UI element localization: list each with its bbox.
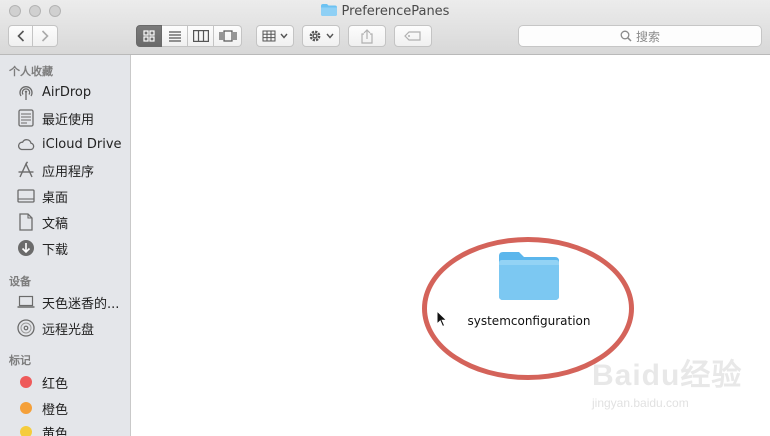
columns-icon (192, 30, 209, 42)
navigation-buttons (8, 25, 58, 47)
icon-view-button[interactable] (136, 25, 162, 47)
sidebar-item-label: 下载 (42, 242, 69, 258)
downloads-icon (16, 239, 36, 257)
coverflow-icon (218, 30, 237, 42)
finder-window: PreferencePanes 搜索 个人收藏 AirDrop 最近使用 iCl… (0, 0, 770, 436)
devices-header: 设备 (9, 275, 31, 288)
view-mode-selector (136, 25, 242, 47)
tag-dot-icon (16, 373, 36, 391)
sidebar-item-tag-red[interactable]: 红色 (16, 371, 68, 393)
sidebar-item-recents[interactable]: 最近使用 (16, 107, 94, 129)
sidebar-item-remote-disc[interactable]: 远程光盘 (16, 317, 94, 339)
tags-button[interactable] (394, 25, 432, 47)
applications-icon (16, 161, 36, 179)
tag-dot-icon (16, 423, 36, 436)
back-button[interactable] (8, 25, 33, 47)
sidebar-item-tag-yellow[interactable]: 黄色 (16, 421, 68, 436)
sidebar-item-downloads[interactable]: 下载 (16, 237, 68, 259)
sidebar-item-label: 橙色 (42, 402, 69, 418)
cloud-icon (16, 135, 36, 153)
arrange-menu-button[interactable] (256, 25, 294, 47)
gear-icon (309, 30, 321, 42)
sidebar-item-label: 最近使用 (42, 112, 95, 128)
window-title: PreferencePanes (341, 4, 450, 19)
sidebar-item-label: 红色 (42, 376, 69, 392)
sidebar-item-airdrop[interactable]: AirDrop (16, 81, 91, 103)
search-field[interactable]: 搜索 (518, 25, 762, 47)
sidebar-item-macbook[interactable]: 天色迷香的... (16, 291, 119, 313)
baidu-jingyan-watermark: Baidu经验 jingyan.baidu.com (592, 350, 762, 425)
sidebar: 个人收藏 AirDrop 最近使用 iCloud Drive 应用程序 桌面 文… (0, 55, 131, 436)
laptop-icon (16, 293, 36, 311)
grid-icon (143, 30, 155, 42)
documents-icon (16, 213, 36, 231)
search-placeholder: 搜索 (635, 29, 660, 44)
arrange-grid-icon (262, 30, 276, 42)
list-view-button[interactable] (162, 25, 188, 47)
sidebar-item-label: 远程光盘 (42, 322, 95, 338)
sidebar-item-label: 文稿 (42, 216, 69, 232)
airdrop-icon (16, 83, 36, 101)
recents-icon (16, 109, 36, 127)
watermark-url: jingyan.baidu.com (592, 396, 689, 410)
sidebar-item-applications[interactable]: 应用程序 (16, 159, 94, 181)
watermark-brand: Baidu经验 (592, 359, 743, 392)
search-icon (620, 30, 632, 42)
sidebar-item-label: 桌面 (42, 190, 69, 206)
tag-icon (404, 31, 421, 41)
chevron-left-icon (16, 30, 24, 42)
title-folder-icon (320, 4, 337, 16)
chevron-down-icon (280, 33, 288, 39)
list-icon (168, 31, 181, 42)
column-view-button[interactable] (188, 25, 214, 47)
share-button[interactable] (348, 25, 386, 47)
sidebar-item-documents[interactable]: 文稿 (16, 211, 68, 233)
share-icon (361, 28, 373, 44)
sidebar-item-desktop[interactable]: 桌面 (16, 185, 68, 207)
gallery-view-button[interactable] (214, 25, 242, 47)
favorites-header: 个人收藏 (9, 65, 53, 78)
window-title-area: PreferencePanes (0, 3, 770, 21)
sidebar-item-tag-orange[interactable]: 橙色 (16, 397, 68, 419)
sidebar-item-label: AirDrop (42, 84, 92, 100)
sidebar-item-icloud-drive[interactable]: iCloud Drive (16, 133, 122, 155)
tag-dot-icon (16, 399, 36, 417)
sidebar-item-label: 黄色 (42, 426, 69, 436)
chevron-right-icon (41, 30, 49, 42)
sidebar-item-label: 应用程序 (42, 164, 95, 180)
sidebar-item-label: iCloud Drive (42, 136, 122, 152)
forward-button[interactable] (33, 25, 58, 47)
chevron-down-icon (326, 33, 334, 39)
toolbar: PreferencePanes 搜索 (0, 0, 770, 55)
disc-icon (16, 319, 36, 337)
tags-header: 标记 (9, 354, 31, 367)
action-menu-button[interactable] (302, 25, 340, 47)
sidebar-item-label: 天色迷香的... (42, 296, 120, 312)
mouse-cursor-icon (436, 310, 448, 328)
desktop-icon (16, 187, 36, 205)
